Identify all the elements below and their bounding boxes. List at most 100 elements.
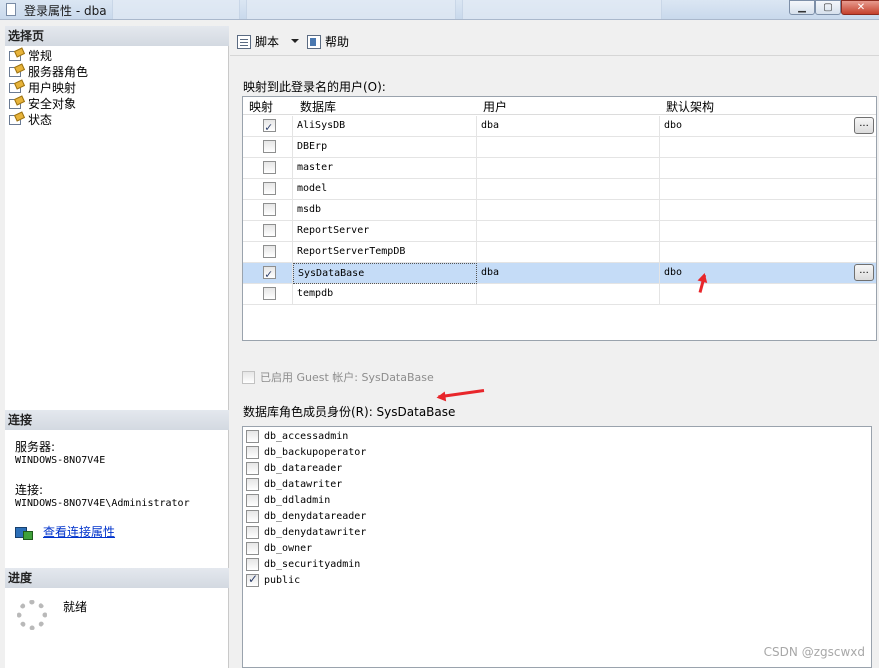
table-row[interactable]: SysDataBasedbadbo... xyxy=(243,263,876,284)
map-checkbox[interactable] xyxy=(263,203,276,216)
view-connection-properties-link[interactable]: 查看连接属性 xyxy=(15,523,115,540)
role-item[interactable]: db_securityadmin xyxy=(246,556,360,572)
nav-item-server-roles[interactable]: 服务器角色 xyxy=(9,63,88,79)
progress-spinner-icon xyxy=(17,600,47,630)
user-cell[interactable] xyxy=(477,179,660,200)
role-item[interactable]: db_datareader xyxy=(246,460,342,476)
map-checkbox[interactable] xyxy=(263,264,276,284)
role-label: db_denydatareader xyxy=(264,510,367,522)
role-checkbox[interactable] xyxy=(246,572,259,587)
table-row[interactable]: AliSysDBdbadbo... xyxy=(243,116,876,137)
page-icon xyxy=(9,113,23,125)
user-cell[interactable]: dba xyxy=(477,263,660,284)
user-cell[interactable] xyxy=(477,221,660,242)
background-tab xyxy=(462,0,662,19)
database-cell: AliSysDB xyxy=(293,116,477,137)
default-schema-cell[interactable] xyxy=(660,137,876,158)
table-row[interactable]: tempdb xyxy=(243,284,876,305)
map-checkbox[interactable] xyxy=(263,117,276,137)
table-row[interactable]: model xyxy=(243,179,876,200)
browse-schema-button[interactable]: ... xyxy=(854,264,874,281)
document-icon xyxy=(6,3,16,16)
nav-item-label: 常规 xyxy=(28,48,53,63)
default-schema-cell[interactable] xyxy=(660,221,876,242)
role-item[interactable]: db_denydatareader xyxy=(246,508,366,524)
user-cell[interactable] xyxy=(477,200,660,221)
progress-status: 就绪 xyxy=(63,600,88,614)
role-item[interactable]: db_accessadmin xyxy=(246,428,348,444)
role-checkbox[interactable] xyxy=(246,461,259,475)
role-checkbox[interactable] xyxy=(246,445,259,459)
user-cell[interactable] xyxy=(477,158,660,179)
browse-schema-button[interactable]: ... xyxy=(854,117,874,134)
table-row[interactable]: master xyxy=(243,158,876,179)
role-checkbox[interactable] xyxy=(246,541,259,555)
table-row[interactable]: ReportServerTempDB xyxy=(243,242,876,263)
map-checkbox[interactable] xyxy=(263,224,276,237)
nav-item-general[interactable]: 常规 xyxy=(9,47,88,63)
default-schema-cell[interactable] xyxy=(660,284,876,305)
nav-item-label: 状态 xyxy=(28,112,53,127)
map-checkbox[interactable] xyxy=(263,245,276,258)
minimize-button[interactable]: ▁ xyxy=(789,0,815,15)
maximize-button[interactable]: ▢ xyxy=(815,0,841,15)
user-cell[interactable] xyxy=(477,242,660,263)
role-membership-list: db_accessadmin db_backupoperator db_datare… xyxy=(242,426,872,668)
role-item[interactable]: db_denydatawriter xyxy=(246,524,366,540)
role-checkbox[interactable] xyxy=(246,477,259,491)
map-checkbox[interactable] xyxy=(263,287,276,300)
database-cell: tempdb xyxy=(293,284,477,305)
watermark: CSDN @zgscwxd xyxy=(763,645,865,659)
toolbar: 脚本 帮助 xyxy=(230,26,879,56)
role-checkbox[interactable] xyxy=(246,429,259,443)
database-cell: SysDataBase xyxy=(293,263,477,284)
maximize-icon: ▢ xyxy=(823,2,833,13)
window-title: 登录属性 - dba xyxy=(24,4,107,18)
nav-item-status[interactable]: 状态 xyxy=(9,111,88,127)
view-connection-properties-label[interactable]: 查看连接属性 xyxy=(43,523,115,540)
user-cell[interactable] xyxy=(477,137,660,158)
user-cell[interactable]: dba xyxy=(477,116,660,137)
page-nav: 常规 服务器角色 用户映射 安全对象 状态 xyxy=(9,47,88,127)
role-checkbox[interactable] xyxy=(246,509,259,523)
role-item[interactable]: db_datawriter xyxy=(246,476,342,492)
user-cell[interactable] xyxy=(477,284,660,305)
page-icon xyxy=(9,65,23,77)
default-schema-cell[interactable]: dbo xyxy=(660,116,876,137)
role-item[interactable]: db_owner xyxy=(246,540,312,556)
role-item[interactable]: public xyxy=(246,572,300,588)
script-dropdown-icon[interactable] xyxy=(291,39,299,43)
table-row[interactable]: ReportServer xyxy=(243,221,876,242)
map-cell xyxy=(243,284,293,305)
map-checkbox[interactable] xyxy=(263,140,276,153)
map-cell xyxy=(243,137,293,158)
background-tab xyxy=(112,0,240,19)
table-row[interactable]: DBErp xyxy=(243,137,876,158)
default-schema-cell[interactable] xyxy=(660,242,876,263)
role-item[interactable]: db_backupoperator xyxy=(246,444,366,460)
nav-item-label: 安全对象 xyxy=(28,96,77,111)
role-checkbox[interactable] xyxy=(246,493,259,507)
progress-header: 进度 xyxy=(5,568,229,588)
role-checkbox[interactable] xyxy=(246,557,259,571)
nav-item-securables[interactable]: 安全对象 xyxy=(9,95,88,111)
database-cell: DBErp xyxy=(293,137,477,158)
map-checkbox[interactable] xyxy=(263,182,276,195)
role-item[interactable]: db_ddladmin xyxy=(246,492,330,508)
default-schema-cell[interactable]: dbo xyxy=(660,263,876,284)
map-checkbox[interactable] xyxy=(263,161,276,174)
close-icon: ✕ xyxy=(856,2,866,13)
help-icon xyxy=(307,34,321,49)
script-button[interactable]: 脚本 xyxy=(237,33,279,50)
role-checkbox[interactable] xyxy=(246,525,259,539)
help-button[interactable]: 帮助 xyxy=(307,33,349,50)
default-schema-cell[interactable] xyxy=(660,179,876,200)
default-schema-cell[interactable] xyxy=(660,158,876,179)
table-row[interactable]: msdb xyxy=(243,200,876,221)
close-button[interactable]: ✕ xyxy=(841,0,879,15)
role-label: db_datawriter xyxy=(264,478,343,490)
nav-item-user-mapping[interactable]: 用户映射 xyxy=(9,79,88,95)
database-cell: model xyxy=(293,179,477,200)
default-schema-cell[interactable] xyxy=(660,200,876,221)
role-membership-title: 数据库角色成员身份(R): SysDataBase xyxy=(243,405,456,419)
